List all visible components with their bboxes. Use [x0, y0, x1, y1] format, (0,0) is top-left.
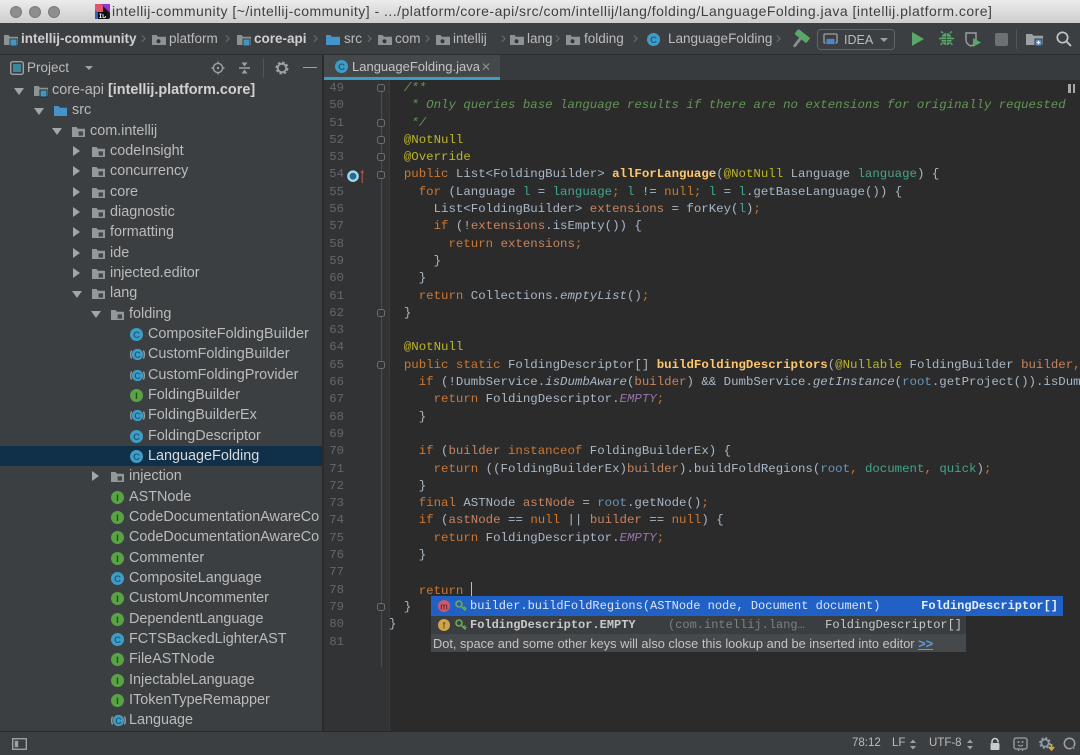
svg-text:I: I: [116, 533, 119, 544]
svg-text:C: C: [115, 716, 122, 726]
svg-text:C: C: [134, 350, 141, 360]
svg-text:C: C: [133, 452, 140, 463]
svg-text:C: C: [650, 35, 657, 46]
svg-text:I: I: [116, 615, 119, 626]
svg-text:C: C: [134, 411, 141, 421]
svg-text:m: m: [440, 602, 448, 612]
svg-text:I: I: [116, 493, 119, 504]
svg-text:I: I: [135, 391, 138, 402]
svg-text:I: I: [116, 594, 119, 605]
svg-text:C: C: [134, 371, 141, 381]
svg-text:I: I: [116, 554, 119, 565]
svg-text:C: C: [114, 574, 121, 585]
svg-text:I: I: [116, 513, 119, 524]
svg-text:I: I: [116, 696, 119, 707]
svg-text:I: I: [116, 676, 119, 687]
svg-text:C: C: [133, 330, 140, 341]
svg-text:I: I: [116, 655, 119, 666]
svg-text:C: C: [114, 635, 121, 646]
svg-text:C: C: [338, 62, 345, 73]
svg-text:C: C: [133, 432, 140, 443]
